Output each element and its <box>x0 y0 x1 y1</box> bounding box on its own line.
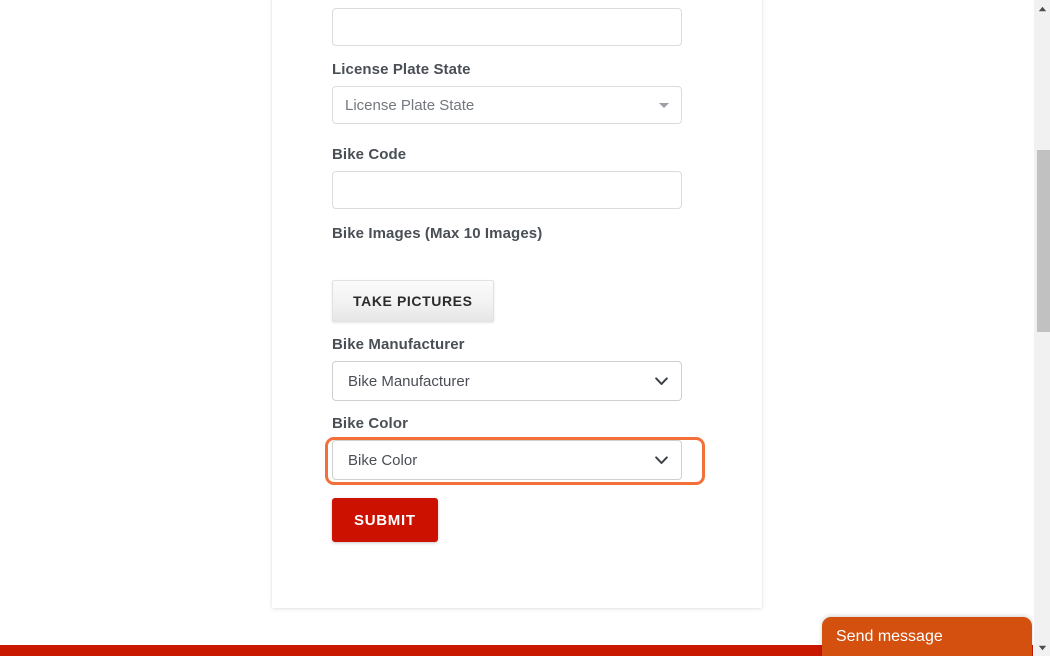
scrollbar-thumb[interactable] <box>1037 150 1050 332</box>
caret-down-icon <box>659 103 669 108</box>
bike-images-spacer <box>332 250 542 280</box>
submit-row: SUBMIT <box>332 498 438 542</box>
field-bike-color: Bike Color Bike Color <box>332 415 682 480</box>
field-license-plate-number <box>332 8 682 46</box>
bike-color-label: Bike Color <box>332 415 409 432</box>
bike-manufacturer-select-wrap: Bike Manufacturer <box>332 361 682 401</box>
send-message-label: Send message <box>836 627 943 645</box>
bike-manufacturer-select[interactable]: Bike Manufacturer <box>332 361 682 401</box>
field-bike-manufacturer: Bike Manufacturer Bike Manufacturer <box>332 336 682 401</box>
field-bike-images: Bike Images (Max 10 Images) TAKE PICTURE… <box>332 225 542 322</box>
scroll-up-arrow-icon[interactable] <box>1034 0 1050 17</box>
bike-manufacturer-label: Bike Manufacturer <box>332 336 465 353</box>
scroll-down-arrow-icon[interactable] <box>1034 639 1050 656</box>
license-plate-state-value: License Plate State <box>345 96 475 114</box>
bike-color-select[interactable]: Bike Color <box>332 440 682 480</box>
page-viewport: License Plate State License Plate State … <box>0 0 1033 656</box>
bike-images-label: Bike Images (Max 10 Images) <box>332 225 543 242</box>
bike-color-select-wrap: Bike Color <box>332 440 682 480</box>
submit-button[interactable]: SUBMIT <box>332 498 438 542</box>
license-plate-number-input[interactable] <box>332 8 682 46</box>
bike-code-label: Bike Code <box>332 146 407 163</box>
bike-code-input[interactable] <box>332 171 682 209</box>
vertical-scrollbar[interactable] <box>1033 0 1050 656</box>
field-bike-code: Bike Code <box>332 146 682 209</box>
send-message-chat-tab[interactable]: Send message <box>822 617 1032 656</box>
field-license-plate-state: License Plate State License Plate State <box>332 61 682 124</box>
take-pictures-button[interactable]: TAKE PICTURES <box>332 280 494 322</box>
license-plate-state-label: License Plate State <box>332 61 471 78</box>
license-plate-state-select[interactable]: License Plate State <box>332 86 682 124</box>
